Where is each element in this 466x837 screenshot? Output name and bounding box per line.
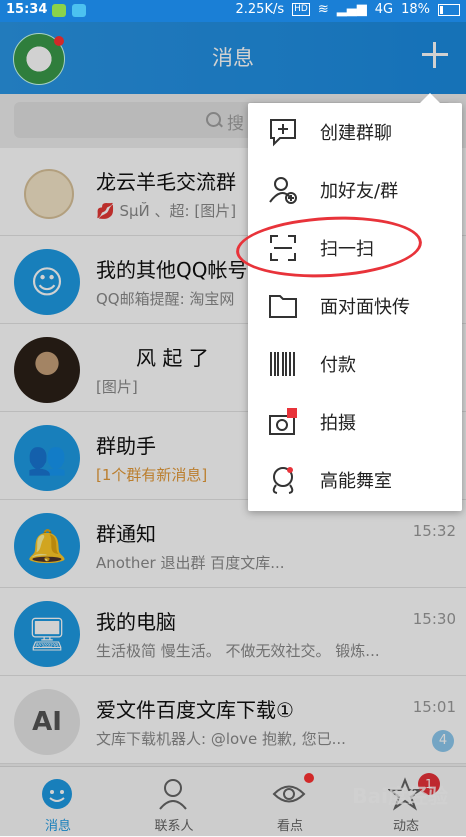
camera-icon xyxy=(269,408,297,435)
menu-item-payment[interactable]: 付款 xyxy=(248,335,462,393)
status-time: 15:34 xyxy=(6,2,48,17)
folder-icon xyxy=(269,295,297,318)
barcode-icon xyxy=(270,352,295,376)
app-notification-icon xyxy=(72,4,86,17)
menu-label: 高能舞室 xyxy=(320,471,392,492)
dance-icon xyxy=(272,467,294,494)
menu-item-create-group[interactable]: 创建群聊 xyxy=(248,103,462,161)
network-speed: 2.25K/s xyxy=(235,2,285,17)
menu-label: 加好友/群 xyxy=(320,181,399,202)
menu-item-dance[interactable]: 高能舞室 xyxy=(248,451,462,509)
network-type: 4G xyxy=(374,2,394,17)
chat-notification-icon xyxy=(52,4,66,17)
create-group-icon xyxy=(270,119,296,147)
add-friend-icon xyxy=(269,177,297,204)
battery-percent: 18% xyxy=(401,2,430,17)
menu-item-face-to-face[interactable]: 面对面快传 xyxy=(248,277,462,335)
menu-item-camera[interactable]: 拍摄 xyxy=(248,393,462,451)
hd-icon: HD xyxy=(292,3,310,16)
menu-label: 创建群聊 xyxy=(320,123,392,144)
wifi-icon: ≋ xyxy=(317,2,329,17)
menu-label: 面对面快传 xyxy=(320,297,410,318)
signal-icon: ▂▄▆ xyxy=(336,2,367,17)
battery-icon xyxy=(438,3,460,16)
plus-popup-menu: 创建群聊 加好友/群 扫一扫 面对面快传 付款 拍摄 高能舞室 xyxy=(248,93,462,511)
menu-label: 拍摄 xyxy=(320,413,356,434)
menu-label: 付款 xyxy=(320,355,356,376)
status-bar: 15:34 2.25K/s HD ≋ ▂▄▆ 4G 18% xyxy=(0,0,466,22)
menu-item-add-friend[interactable]: 加好友/群 xyxy=(248,161,462,219)
